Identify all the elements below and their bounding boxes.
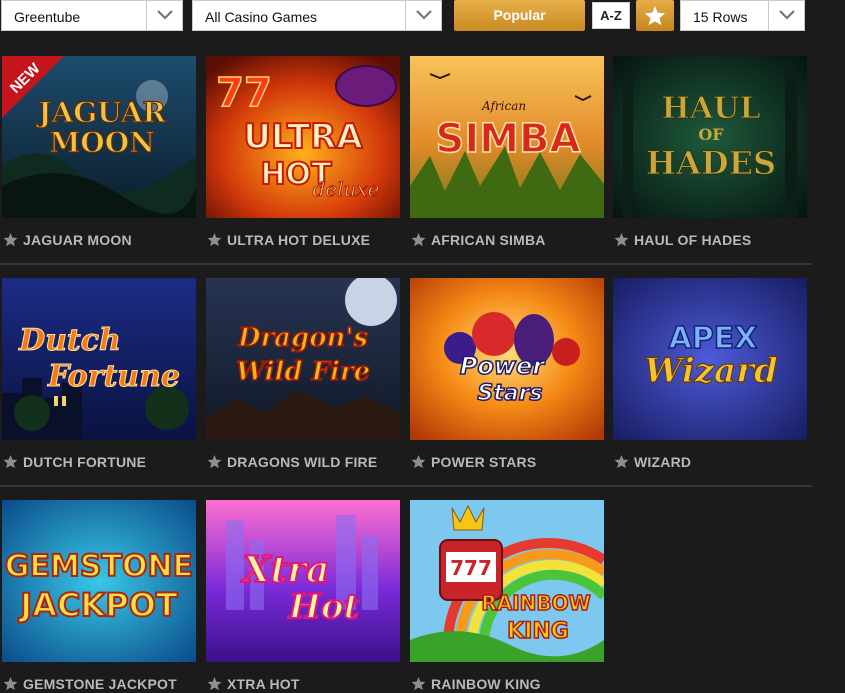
game-thumbnail[interactable]: Power Stars (410, 278, 604, 440)
chevron-down-icon[interactable] (768, 1, 804, 30)
row-divider (0, 485, 812, 487)
game-art-title: Wizard (644, 351, 778, 391)
game-art-title: Dragon's (237, 323, 368, 353)
game-thumbnail[interactable]: HAUL OF HADES (613, 56, 807, 218)
provider-select[interactable]: Greentube (1, 0, 183, 31)
game-name[interactable]: HAUL OF HADES (634, 232, 751, 248)
provider-select-label: Greentube (14, 9, 81, 25)
favorites-button[interactable] (636, 0, 674, 31)
star-icon (644, 5, 666, 26)
rows-select-label: 15 Rows (693, 9, 748, 25)
game-art-title: HAUL (662, 91, 761, 126)
game-thumbnail[interactable]: Dutch Fortune (2, 278, 196, 440)
game-art-title: HADES (646, 144, 776, 182)
game-art-title: Fortune (47, 359, 180, 394)
game-art-title: Dutch (18, 323, 121, 358)
game-name[interactable]: JAGUAR MOON (23, 232, 132, 248)
game-art-title: Power (460, 352, 547, 380)
favorite-star-icon[interactable] (3, 454, 18, 469)
game-name[interactable]: POWER STARS (431, 454, 536, 470)
game-thumbnail[interactable]: Dragon's Wild Fire (206, 278, 400, 440)
game-art-title: Stars (477, 381, 542, 406)
sort-popular-button[interactable]: Popular (454, 0, 585, 31)
game-name[interactable]: DRAGONS WILD FIRE (227, 454, 377, 470)
game-art-title: MOON (49, 126, 154, 159)
row-divider (0, 263, 812, 265)
filter-toolbar: Greentube All Casino Games Popular A-Z 1… (0, 0, 845, 34)
favorite-star-icon[interactable] (3, 676, 18, 691)
game-art-title: SIMBA (436, 116, 581, 162)
game-name[interactable]: AFRICAN SIMBA (431, 232, 546, 248)
game-art-title: ULTRA (243, 117, 363, 157)
game-name[interactable]: WIZARD (634, 454, 691, 470)
category-select-label: All Casino Games (205, 9, 318, 25)
game-art-title: OF (698, 125, 724, 144)
game-thumbnail[interactable]: GEMSTONE JACKPOT (2, 500, 196, 662)
favorite-star-icon[interactable] (207, 676, 222, 691)
rows-select[interactable]: 15 Rows (680, 0, 805, 31)
chevron-down-icon[interactable] (146, 1, 182, 30)
game-art-title: JAGUAR (35, 96, 166, 129)
favorite-star-icon[interactable] (411, 232, 426, 247)
game-name[interactable]: ULTRA HOT DELUXE (227, 232, 370, 248)
favorite-star-icon[interactable] (411, 454, 426, 469)
favorite-star-icon[interactable] (207, 454, 222, 469)
game-thumbnail[interactable]: 777 RAINBOW KING (410, 500, 604, 662)
game-art-title: 777 (450, 556, 492, 580)
game-art-title: 77 (216, 70, 272, 116)
game-art-title: KING (507, 619, 569, 644)
favorite-star-icon[interactable] (614, 454, 629, 469)
game-art-title: JACKPOT (18, 586, 178, 624)
category-select[interactable]: All Casino Games (192, 0, 442, 31)
game-thumbnail[interactable]: 77 ULTRA HOT deluxe (206, 56, 400, 218)
game-art-title: RAINBOW (481, 591, 590, 615)
game-art-title: deluxe (312, 177, 379, 201)
game-art-title: Wild Fire (236, 357, 370, 387)
game-art-title: GEMSTONE (5, 549, 193, 584)
game-name[interactable]: DUTCH FORTUNE (23, 454, 146, 470)
sort-az-button[interactable]: A-Z (592, 2, 630, 29)
favorite-star-icon[interactable] (207, 232, 222, 247)
game-thumbnail[interactable]: APEX Wizard (613, 278, 807, 440)
favorite-star-icon[interactable] (3, 232, 18, 247)
chevron-down-icon[interactable] (405, 1, 441, 30)
favorite-star-icon[interactable] (411, 676, 426, 691)
game-thumbnail[interactable]: African SIMBA (410, 56, 604, 218)
game-thumbnail[interactable]: Xtra Hot (206, 500, 400, 662)
game-art-title: Xtra (241, 549, 330, 591)
favorite-star-icon[interactable] (614, 232, 629, 247)
game-art-title: Hot (288, 587, 360, 627)
game-art-title: African (481, 99, 526, 113)
game-thumbnail[interactable]: JAGUAR MOON NEW (2, 56, 196, 218)
